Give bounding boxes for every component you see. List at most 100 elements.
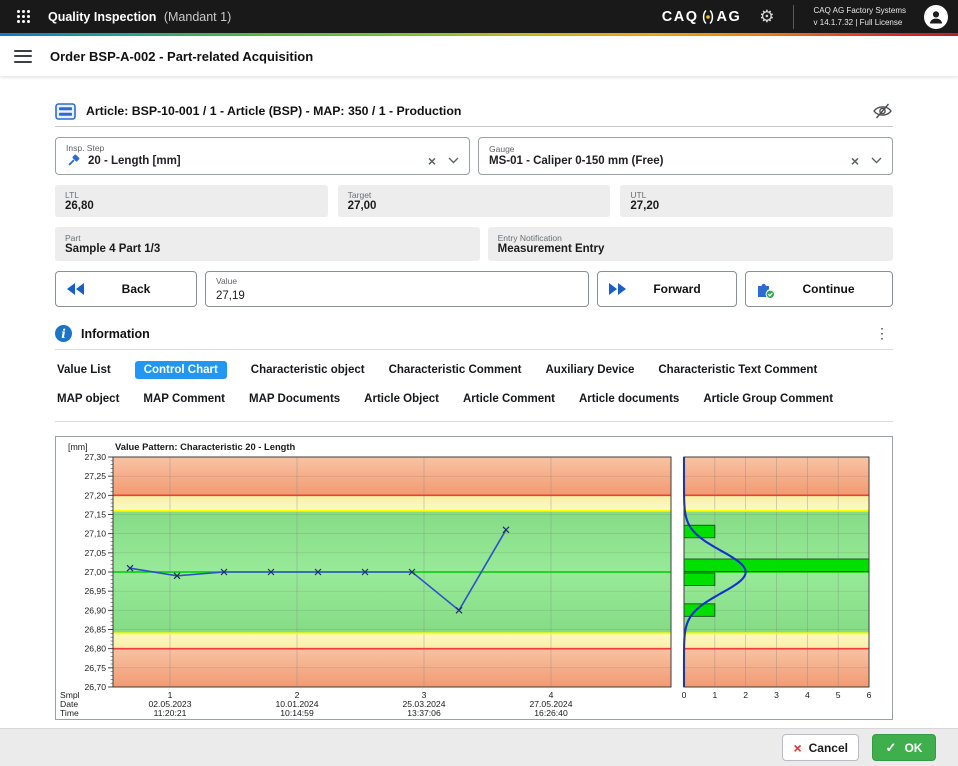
main-content: Article: BSP-10-001 / 1 - Article (BSP) … (55, 102, 893, 720)
tab-article-object[interactable]: Article Object (364, 390, 439, 408)
menu-icon[interactable] (14, 50, 32, 63)
tab-value-list[interactable]: Value List (57, 361, 111, 379)
svg-text:3: 3 (774, 690, 779, 700)
entry-notification-label: Entry Notification (498, 233, 883, 243)
svg-text:27,15: 27,15 (84, 510, 106, 520)
entry-notification-field: Entry Notification Measurement Entry (488, 227, 893, 261)
svg-text:10:14:59: 10:14:59 (280, 708, 314, 717)
limits-row: LTL 26,80 Target 27,00 UTL 27,20 (55, 185, 893, 217)
version-info: CAQ AG Factory Systems v 14.1.7.32 | Ful… (814, 5, 906, 28)
version-number: v 14.1.7.32 | Full License (814, 17, 906, 29)
tab-characteristic-object[interactable]: Characteristic object (251, 361, 365, 379)
app-title: Quality Inspection (Mandant 1) (48, 10, 231, 24)
double-left-icon (66, 282, 86, 296)
svg-text:27,05: 27,05 (84, 548, 106, 558)
app-window: Quality Inspection (Mandant 1) CAQ AG ⚙ … (0, 0, 958, 766)
svg-text:[mm]: [mm] (68, 442, 88, 452)
continue-label: Continue (775, 282, 882, 296)
insp-step-value: 20 - Length [mm] (88, 155, 418, 167)
svg-text:26,75: 26,75 (84, 663, 106, 673)
information-title: Information (81, 327, 862, 341)
ltl-field: LTL 26,80 (55, 185, 328, 217)
part-field: Part Sample 4 Part 1/3 (55, 227, 480, 261)
product-name: CAQ AG Factory Systems (814, 5, 906, 17)
svg-text:26,90: 26,90 (84, 605, 106, 615)
svg-text:26,80: 26,80 (84, 644, 106, 654)
tab-article-comment[interactable]: Article Comment (463, 390, 555, 408)
value-input[interactable] (216, 290, 578, 302)
avatar[interactable] (924, 5, 948, 29)
double-right-icon (608, 282, 628, 296)
svg-text:27,30: 27,30 (84, 452, 106, 462)
svg-text:4: 4 (805, 690, 810, 700)
tab-auxiliary-device[interactable]: Auxiliary Device (546, 361, 635, 379)
svg-text:26,70: 26,70 (84, 682, 106, 692)
svg-text:2: 2 (743, 690, 748, 700)
tab-map-documents[interactable]: MAP Documents (249, 390, 340, 408)
topbar-divider (793, 5, 794, 29)
utl-field: UTL 27,20 (620, 185, 893, 217)
target-value: 27,00 (348, 200, 601, 212)
topbar: Quality Inspection (Mandant 1) CAQ AG ⚙ … (0, 0, 958, 33)
app-grid-icon[interactable] (12, 6, 34, 28)
tab-characteristic-text-comment[interactable]: Characteristic Text Comment (658, 361, 817, 379)
gauge-label: Gauge (489, 144, 884, 154)
tab-control-chart[interactable]: Control Chart (135, 361, 227, 379)
tab-map-object[interactable]: MAP object (57, 390, 119, 408)
ltl-label: LTL (65, 190, 318, 200)
selector-row: Insp. Step 20 - Length [mm] × (55, 137, 893, 175)
ok-button[interactable]: ✓ OK (872, 734, 936, 761)
svg-text:11:20:21: 11:20:21 (154, 708, 187, 717)
svg-text:13:37:06: 13:37:06 (407, 708, 441, 717)
clear-icon[interactable]: × (848, 154, 862, 168)
part-label: Part (65, 233, 470, 243)
info-icon: i (55, 325, 72, 342)
article-title: Article: BSP-10-001 / 1 - Article (BSP) … (86, 104, 862, 118)
kebab-menu-icon[interactable]: ⋮ (871, 325, 893, 342)
clear-icon[interactable]: × (425, 154, 439, 168)
tab-article-group-comment[interactable]: Article Group Comment (703, 390, 833, 408)
gear-icon[interactable]: ⚙ (759, 8, 774, 25)
svg-text:0: 0 (682, 690, 687, 700)
target-field: Target 27,00 (338, 185, 611, 217)
tab-article-documents[interactable]: Article documents (579, 390, 679, 408)
tab-map-comment[interactable]: MAP Comment (143, 390, 225, 408)
caq-eye-icon (700, 9, 716, 25)
continue-button[interactable]: Continue (745, 271, 893, 307)
tenant-label: (Mandant 1) (164, 10, 231, 24)
app-title-text: Quality Inspection (48, 10, 156, 24)
ltl-value: 26,80 (65, 200, 318, 212)
cancel-x-icon: × (793, 741, 801, 755)
article-icon (55, 103, 76, 120)
grid-dots (16, 9, 31, 24)
page-title: Order BSP-A-002 - Part-related Acquisiti… (50, 49, 313, 64)
back-label: Back (86, 282, 186, 296)
gauge-value: MS-01 - Caliper 0-150 mm (Free) (489, 155, 841, 167)
part-row: Part Sample 4 Part 1/3 Entry Notificatio… (55, 227, 893, 261)
ok-label: OK (904, 741, 922, 755)
value-input-box[interactable]: Value (205, 271, 589, 307)
eye-off-icon[interactable] (872, 102, 893, 120)
page-header: Order BSP-A-002 - Part-related Acquisiti… (0, 36, 958, 76)
forward-label: Forward (628, 282, 726, 296)
control-chart-panel: 26,7026,7526,8026,8526,9026,9527,0027,05… (55, 436, 893, 720)
insp-step-field[interactable]: Insp. Step 20 - Length [mm] × (55, 137, 470, 175)
puzzle-check-icon (756, 280, 775, 299)
chevron-down-icon[interactable] (446, 157, 461, 164)
svg-text:26,85: 26,85 (84, 625, 106, 635)
cancel-label: Cancel (809, 741, 848, 755)
chevron-down-icon[interactable] (869, 157, 884, 164)
utl-value: 27,20 (630, 200, 883, 212)
back-button[interactable]: Back (55, 271, 197, 307)
logo-ag-text: AG (717, 9, 742, 25)
svg-text:26,95: 26,95 (84, 586, 106, 596)
control-chart-svg: 26,7026,7526,8026,8526,9026,9527,0027,05… (58, 439, 890, 717)
user-icon (927, 8, 945, 26)
target-label: Target (348, 190, 601, 200)
tab-characteristic-comment[interactable]: Characteristic Comment (389, 361, 522, 379)
bottom-bar: × Cancel ✓ OK (0, 728, 958, 766)
svg-text:27,25: 27,25 (84, 471, 106, 481)
gauge-field[interactable]: Gauge MS-01 - Caliper 0-150 mm (Free) × (478, 137, 893, 175)
forward-button[interactable]: Forward (597, 271, 737, 307)
cancel-button[interactable]: × Cancel (782, 734, 859, 761)
